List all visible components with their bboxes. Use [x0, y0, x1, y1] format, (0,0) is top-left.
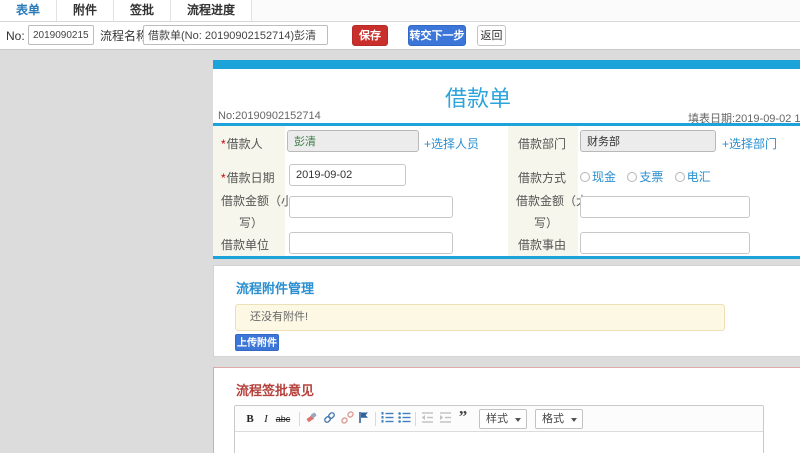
borrower-input[interactable]	[287, 130, 419, 152]
panel-top-bar	[213, 60, 800, 69]
unlink-icon[interactable]	[340, 411, 354, 427]
action-toolbar: No: 流程名称: 保存 转交下一步 返回	[0, 22, 800, 50]
reason-input[interactable]	[580, 232, 750, 254]
loan-date-label: *借款日期	[221, 171, 275, 185]
tab-form[interactable]: 表单	[0, 0, 58, 21]
next-step-button[interactable]: 转交下一步	[408, 25, 466, 46]
radio-icon[interactable]	[580, 172, 590, 182]
radio-cheque[interactable]: 支票	[627, 170, 663, 184]
app-screen: 表单附件签批流程进度 No: 流程名称: 保存 转交下一步 返回 借款单 No:…	[0, 0, 800, 453]
amount-big-input[interactable]	[580, 196, 750, 218]
outdent-icon[interactable]	[420, 411, 434, 427]
bold-icon[interactable]: B	[243, 411, 257, 427]
radio-icon[interactable]	[627, 172, 638, 182]
process-name-input[interactable]	[143, 25, 328, 45]
required-mark: *	[221, 171, 226, 185]
format-select[interactable]: 格式	[535, 409, 583, 429]
unit-label: 借款单位	[221, 238, 270, 252]
amount-big-label-line1: 借款金额（大	[516, 194, 589, 208]
blockquote-icon[interactable]: ”	[456, 408, 470, 427]
ordered-list-icon[interactable]	[380, 411, 394, 427]
process-no-input[interactable]	[28, 25, 94, 45]
bulleted-list-icon[interactable]	[397, 411, 411, 427]
select-department-link[interactable]: +选择部门	[722, 135, 777, 152]
no-label: No:	[6, 29, 25, 43]
method-label: 借款方式	[518, 171, 567, 185]
caret-down-icon	[515, 418, 521, 422]
rich-text-editor[interactable]: B I abc ” 样式 格式	[234, 405, 764, 453]
toolbar-separator	[299, 412, 300, 426]
style-select[interactable]: 样式	[479, 409, 527, 429]
back-button[interactable]: 返回	[477, 25, 506, 46]
amount-big-label-line2: 写）	[534, 216, 559, 230]
italic-icon[interactable]: I	[259, 411, 273, 427]
method-radio-group: 现金 支票 电汇	[580, 168, 719, 185]
radio-wire[interactable]: 电汇	[674, 170, 711, 184]
tab-bar: 表单 附件 签批 流程进度	[0, 0, 800, 22]
strikethrough-icon[interactable]: abc	[273, 411, 293, 427]
loan-form: *借款人 +选择人员 借款部门 +选择部门 *借款日期 借款方式 现金 支票 电…	[213, 123, 800, 259]
save-button[interactable]: 保存	[352, 25, 388, 46]
approval-heading: 流程签批意见	[236, 383, 315, 398]
attachment-heading: 流程附件管理	[236, 281, 315, 296]
department-input[interactable]	[580, 130, 716, 152]
caret-down-icon	[571, 418, 577, 422]
select-person-link[interactable]: +选择人员	[424, 135, 479, 152]
required-mark: *	[221, 137, 226, 151]
page-title: 借款单	[444, 86, 512, 111]
toolbar-separator	[375, 412, 376, 426]
form-no-text: No:20190902152714	[218, 110, 321, 122]
link-icon[interactable]	[322, 411, 336, 427]
radio-icon[interactable]	[674, 172, 685, 182]
editor-toolbar: B I abc ” 样式 格式	[235, 406, 763, 432]
toolbar-separator	[415, 412, 416, 426]
amount-small-label-line2: 写）	[239, 216, 264, 230]
approval-section: 流程签批意见 B I abc ” 样式 格式	[213, 367, 800, 453]
borrower-label: *借款人	[221, 137, 263, 151]
anchor-flag-icon[interactable]	[357, 411, 371, 427]
loan-date-input[interactable]	[289, 164, 406, 186]
no-attachment-alert: 还没有附件!	[235, 304, 725, 331]
attachment-section: 流程附件管理 还没有附件! 上传附件	[213, 265, 800, 357]
tab-approval[interactable]: 签批	[114, 0, 172, 21]
amount-small-label-line1: 借款金额（小	[221, 194, 294, 208]
indent-icon[interactable]	[438, 411, 452, 427]
department-label: 借款部门	[518, 137, 567, 151]
reason-label: 借款事由	[518, 238, 567, 252]
editor-content-area[interactable]	[235, 432, 763, 453]
tab-attachment[interactable]: 附件	[57, 0, 115, 21]
amount-small-input[interactable]	[289, 196, 453, 218]
radio-cash[interactable]: 现金	[580, 170, 616, 184]
remove-format-icon[interactable]	[304, 411, 318, 427]
unit-input[interactable]	[289, 232, 453, 254]
upload-attachment-button[interactable]: 上传附件	[235, 334, 279, 351]
tab-progress[interactable]: 流程进度	[171, 0, 253, 21]
